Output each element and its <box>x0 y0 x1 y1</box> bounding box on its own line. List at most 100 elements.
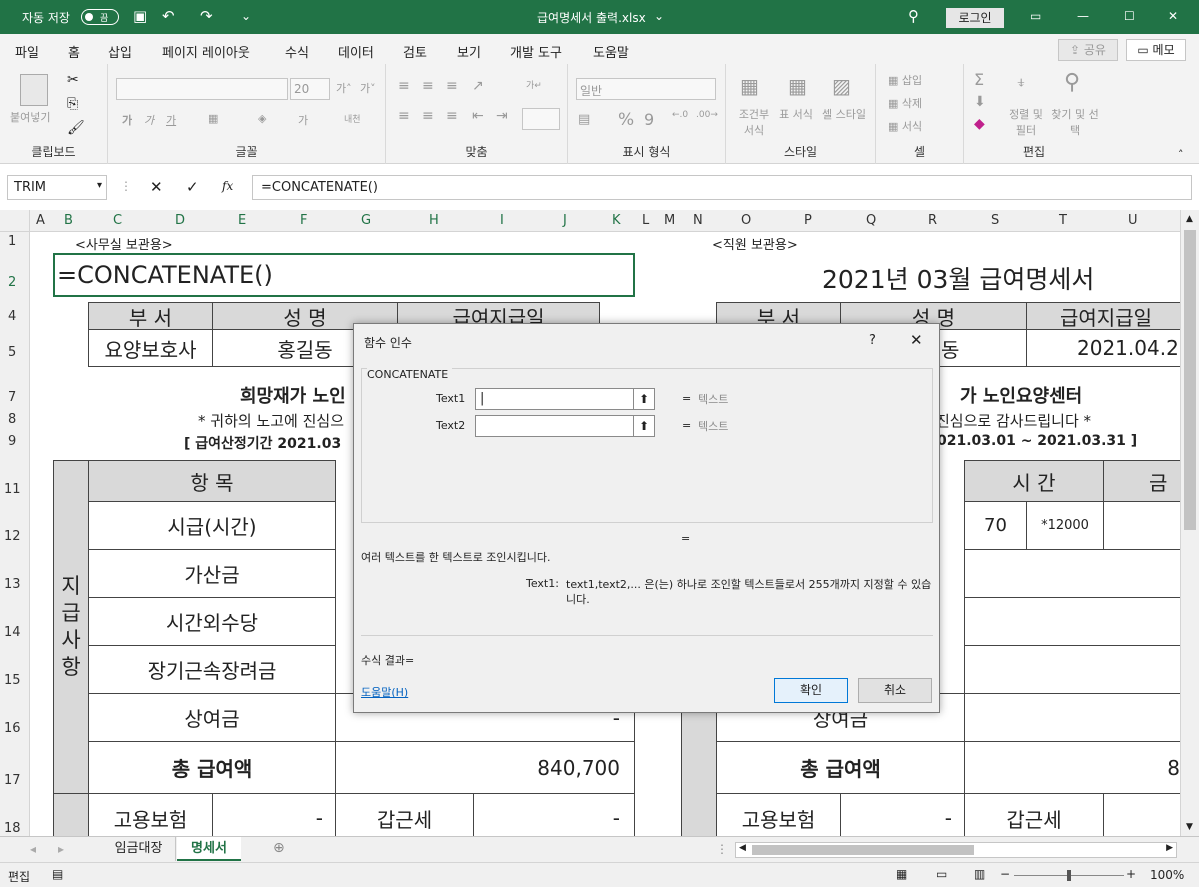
scroll-right-icon[interactable]: ▶ <box>1166 843 1173 853</box>
scroll-left-icon[interactable]: ◀ <box>739 843 746 853</box>
tab-file[interactable]: 파일 <box>15 42 39 61</box>
enter-icon[interactable]: ✓ <box>186 178 199 196</box>
zoom-slider-thumb[interactable] <box>1067 870 1071 881</box>
border-icon[interactable]: ▦ <box>208 112 218 125</box>
vertical-scroll-thumb[interactable] <box>1184 230 1196 530</box>
share-button[interactable]: ⇪ 공유 <box>1058 39 1118 61</box>
prev-sheet-icon[interactable]: ◂ <box>30 842 36 856</box>
increase-decimal-icon[interactable]: ←.0 <box>672 110 688 120</box>
title-dropdown-icon[interactable]: ⌄ <box>654 9 664 23</box>
row-header[interactable]: 18 <box>4 821 21 836</box>
col-header[interactable]: N <box>693 213 703 228</box>
row-header[interactable]: 4 <box>8 309 16 324</box>
row-header[interactable]: 9 <box>8 434 16 449</box>
conditional-format-button[interactable]: 조건부 서식 <box>734 106 774 138</box>
formula-input[interactable]: =CONCATENATE() <box>252 175 1192 200</box>
col-header[interactable]: B <box>64 213 73 228</box>
row-header[interactable]: 1 <box>8 234 16 249</box>
underline-icon[interactable]: 가 <box>166 112 176 128</box>
tab-insert[interactable]: 삽입 <box>108 42 132 61</box>
increase-font-icon[interactable]: 가˄ <box>336 80 352 96</box>
format-table-button[interactable]: 표 서식 <box>776 106 816 122</box>
orientation-icon[interactable]: ↗ <box>472 78 484 94</box>
phonetic-icon[interactable]: 내천 <box>344 112 361 125</box>
next-sheet-icon[interactable]: ▸ <box>58 842 64 856</box>
scroll-down-icon[interactable]: ▼ <box>1186 822 1193 832</box>
tab-formulas[interactable]: 수식 <box>285 42 309 61</box>
col-header[interactable]: I <box>500 213 504 228</box>
memo-button[interactable]: ▭ 메모 <box>1126 39 1186 61</box>
number-format-select[interactable]: 일반 <box>576 78 716 100</box>
scroll-up-icon[interactable]: ▲ <box>1186 214 1193 224</box>
tab-developer[interactable]: 개발 도구 <box>510 42 562 61</box>
help-icon[interactable]: ? <box>869 333 876 348</box>
row-header[interactable]: 17 <box>4 773 21 788</box>
tab-page-layout[interactable]: 페이지 레이아웃 <box>162 42 250 61</box>
zoom-in-icon[interactable]: + <box>1126 867 1136 881</box>
copy-icon[interactable]: ⎘ <box>67 96 78 112</box>
text1-input[interactable]: | ⬆ <box>475 388 655 410</box>
tab-review[interactable]: 검토 <box>403 42 427 61</box>
zoom-level[interactable]: 100% <box>1150 868 1184 882</box>
zoom-out-icon[interactable]: − <box>1000 867 1010 881</box>
cell-styles-button[interactable]: 셀 스타일 <box>818 106 870 122</box>
help-link[interactable]: 도움말(H) <box>361 684 408 700</box>
conditional-format-icon[interactable]: ▦ <box>740 74 759 98</box>
indent-icon[interactable]: ⇤ <box>472 108 484 124</box>
dialog-close-icon[interactable]: ✕ <box>910 331 923 349</box>
italic-icon[interactable]: 가 <box>144 112 154 128</box>
tab-view[interactable]: 보기 <box>457 42 481 61</box>
decrease-decimal-icon[interactable]: .00→ <box>696 110 718 120</box>
col-header[interactable]: T <box>1059 213 1067 228</box>
col-header[interactable]: F <box>300 213 307 228</box>
find-select-button[interactable]: 찾기 및 선택 <box>1050 106 1100 138</box>
search-icon[interactable]: ⚲ <box>908 7 919 25</box>
col-header[interactable]: K <box>612 213 621 228</box>
macro-record-icon[interactable]: ▤ <box>52 867 63 881</box>
row-header[interactable]: 8 <box>8 412 16 427</box>
col-header[interactable]: O <box>741 213 751 228</box>
row-header[interactable]: 16 <box>4 721 21 736</box>
name-box[interactable]: TRIM ▾ <box>7 175 107 200</box>
col-header[interactable]: M <box>664 213 675 228</box>
vertical-scrollbar[interactable]: ▲ ▼ <box>1180 210 1199 836</box>
percent-icon[interactable]: % <box>618 110 634 130</box>
align-center-icon[interactable]: ≡ <box>422 108 434 124</box>
col-header[interactable]: H <box>429 213 439 228</box>
minimize-icon[interactable]: — <box>1077 9 1089 23</box>
row-header[interactable]: 15 <box>4 673 21 688</box>
autosave-toggle[interactable]: 끔 <box>81 9 119 25</box>
cancel-button[interactable]: 취소 <box>858 678 932 703</box>
customize-qat-icon[interactable]: ⌄ <box>241 9 251 23</box>
align-top-icon[interactable]: ≡ <box>398 78 410 94</box>
collapse-dialog-icon[interactable]: ⬆ <box>633 415 655 437</box>
ok-button[interactable]: 확인 <box>774 678 848 703</box>
align-right-icon[interactable]: ≡ <box>446 108 458 124</box>
format-painter-icon[interactable]: 🖌 <box>67 120 85 136</box>
text2-input[interactable]: ⬆ <box>475 415 655 437</box>
cancel-icon[interactable]: ✕ <box>150 178 163 196</box>
horizontal-scrollbar[interactable]: ◀ ▶ <box>735 842 1177 858</box>
page-layout-view-icon[interactable]: ▭ <box>936 867 947 881</box>
merge-center-icon[interactable] <box>522 108 560 130</box>
cut-icon[interactable]: ✂ <box>67 72 79 88</box>
sheet-tab-payslip[interactable]: 명세서 <box>177 837 241 861</box>
format-cells-button[interactable]: ▦ 서식 <box>888 118 922 134</box>
col-header[interactable]: U <box>1128 213 1138 228</box>
sort-filter-button[interactable]: 정렬 및 필터 <box>1006 106 1046 138</box>
row-header[interactable]: 2 <box>8 275 16 290</box>
align-middle-icon[interactable]: ≡ <box>422 78 434 94</box>
close-icon[interactable]: ✕ <box>1168 9 1178 23</box>
col-header[interactable]: G <box>361 213 371 228</box>
decrease-font-icon[interactable]: 가˅ <box>360 80 376 96</box>
collapse-ribbon-icon[interactable]: ˄ <box>1178 148 1184 161</box>
clear-icon[interactable]: ◆ <box>974 116 985 132</box>
row-header[interactable]: 14 <box>4 625 21 640</box>
col-header[interactable]: C <box>113 213 122 228</box>
insert-cells-button[interactable]: ▦ 삽입 <box>888 72 922 88</box>
tab-data[interactable]: 데이터 <box>338 42 374 61</box>
col-header[interactable]: E <box>238 213 246 228</box>
row-header[interactable]: 13 <box>4 577 21 592</box>
align-left-icon[interactable]: ≡ <box>398 108 410 124</box>
tab-splitter-icon[interactable]: ⋮ <box>716 842 728 856</box>
